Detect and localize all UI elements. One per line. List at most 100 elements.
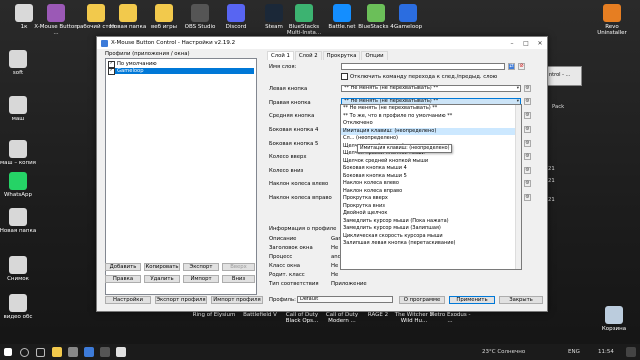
desktop-shortcut[interactable]: Gameloop [386, 4, 430, 30]
desktop-shortcut[interactable]: маш [0, 96, 40, 122]
dropdown-option[interactable]: Циклическая скорость курсора мыши [341, 233, 521, 241]
profile-checkbox[interactable]: ✓ [108, 67, 115, 75]
tab-scroll[interactable]: Прокрутка [322, 51, 361, 60]
copy-profile-button[interactable]: Копировать [144, 263, 180, 271]
edit-profile-button[interactable]: Правка [105, 275, 141, 283]
windows-start-icon[interactable] [4, 348, 12, 356]
dropdown-option[interactable]: Щелчок средней кнопкой мыши [341, 158, 521, 166]
app-taskbar-icon[interactable] [68, 347, 78, 357]
app-taskbar-icon[interactable] [116, 347, 126, 357]
dropdown-option[interactable]: Двойной щелчок [341, 210, 521, 218]
tab-layer-1[interactable]: Слой 1 [267, 51, 294, 60]
gear-icon[interactable]: ⚙ [524, 140, 531, 147]
shortcut-icon [333, 4, 351, 22]
gear-icon[interactable]: ⚙ [524, 126, 531, 133]
gear-icon[interactable]: ⚙ [524, 153, 531, 160]
dropdown-option[interactable]: Имитация клавиш: (неопределено) [341, 127, 521, 135]
profile-checkbox[interactable]: ✓ [108, 60, 115, 68]
search-icon[interactable] [20, 348, 29, 357]
export-profile-button[interactable]: Экспорт профиля [155, 296, 207, 304]
about-button[interactable]: О программе [399, 296, 445, 304]
dropdown-option[interactable]: Отключено [341, 120, 521, 128]
dropdown-option[interactable]: ** Не менять (не перехватывать) ** [341, 105, 521, 113]
gear-icon[interactable]: ⚙ [524, 85, 531, 92]
dropdown-option[interactable]: Прокрутка вверх [341, 195, 521, 203]
gear-icon[interactable]: ⚙ [524, 167, 531, 174]
action-dropdown-list[interactable]: ** Не менять (не перехватывать) ** ** То … [340, 104, 522, 270]
desktop-shortcut[interactable]: X-Mouse Button ... [34, 4, 78, 36]
gear-icon[interactable]: ⚙ [524, 194, 531, 201]
recycle-bin-icon[interactable]: Корзина [592, 306, 636, 332]
close-window-button[interactable]: Закрыть [499, 296, 543, 304]
desktop-shortcut[interactable]: Ring of Elysium [192, 312, 236, 318]
window-title: X-Mouse Button Control - Настройки v2.19… [111, 40, 236, 46]
desktop-shortcut[interactable]: Revo Uninstaller [590, 4, 634, 36]
desktop-shortcut[interactable]: видео обс [0, 294, 40, 320]
desktop-shortcut[interactable]: Metro Exodus - ... [428, 312, 472, 324]
xmbc-taskbar-icon[interactable] [84, 347, 94, 357]
desktop-shortcut[interactable]: маш – копия [0, 140, 40, 166]
dropdown-option[interactable]: Залипшая левая кнопка (перетаскивание) [341, 240, 521, 248]
shortcut-icon [119, 4, 137, 22]
tab-layer-2[interactable]: Слой 2 [294, 51, 322, 60]
desktop-shortcut[interactable]: Call of Duty Black Ops... [280, 312, 324, 324]
gear-icon[interactable]: ⚙ [524, 112, 531, 119]
file-explorer-icon[interactable] [52, 347, 62, 357]
add-profile-button[interactable]: Добавить [105, 263, 141, 271]
dropdown-option[interactable]: Боковая кнопка мыши 4 [341, 165, 521, 173]
language-indicator[interactable]: ENG [568, 349, 580, 355]
trash-icon [605, 306, 623, 324]
layer-name-input[interactable] [341, 63, 505, 70]
reset-icon[interactable]: ⊘ [518, 63, 525, 70]
import-button[interactable]: Импорт [183, 275, 219, 283]
gear-icon[interactable]: ⚙ [524, 98, 531, 105]
notifications-icon[interactable] [626, 347, 636, 357]
dropdown-option[interactable]: ** То же, что в профиле по умолчанию ** [341, 113, 521, 121]
tooltip: Имитация клавиш: (неопределено) [357, 144, 453, 153]
profiles-list[interactable]: ✓ По умолчанию ✓ Gameloop [105, 58, 257, 295]
minimize-button[interactable]: – [505, 40, 519, 47]
move-down-button[interactable]: Вниз [222, 275, 255, 283]
swap-icon[interactable]: ⇄ [508, 63, 515, 70]
profile-item[interactable]: ✓ По умолчанию [108, 60, 157, 68]
info-value: Не [331, 263, 339, 269]
profile-field: Default [297, 296, 393, 303]
desktop-shortcut[interactable]: Battlefield V [238, 312, 282, 318]
import-profile-button[interactable]: Импорт профиля [211, 296, 263, 304]
clock[interactable]: 11:54 [598, 349, 614, 355]
tilt-right-label: Наклон колеса вправо [269, 195, 332, 201]
close-button[interactable]: ✕ [533, 40, 547, 47]
export-button[interactable]: Экспорт [183, 263, 219, 271]
dropdown-scrollbar[interactable] [515, 105, 521, 269]
no-switch-checkbox[interactable] [341, 73, 348, 80]
delete-profile-button[interactable]: Удалить [144, 275, 180, 283]
dropdown-option[interactable]: Замедлить курсор мыши (Залипшая) [341, 225, 521, 233]
desktop-shortcut[interactable]: Снимок [0, 256, 40, 282]
task-view-icon[interactable] [36, 348, 45, 357]
weather-text[interactable]: 23°C Солнечно [482, 349, 525, 355]
info-label: Описание [269, 236, 297, 242]
shortcut-icon [9, 50, 27, 68]
tab-options[interactable]: Опции [361, 51, 388, 60]
no-switch-option[interactable]: Отключить команду перехода к след./преды… [341, 73, 497, 80]
settings-button[interactable]: Настройки [105, 296, 151, 304]
left-button-select[interactable]: ** Не менять (не перехватывать) ** ▾ [341, 85, 521, 92]
info-value: Не [331, 245, 339, 251]
apply-button[interactable]: Применить [449, 296, 495, 304]
dropdown-option[interactable]: Cл... (неопределено) [341, 135, 521, 143]
dropdown-option[interactable]: Наклон колеса влево [341, 180, 521, 188]
desktop-shortcut[interactable]: Новая папка [0, 208, 40, 234]
dropdown-option[interactable]: Наклон колеса вправо [341, 188, 521, 196]
desktop-shortcut[interactable]: soft [0, 50, 40, 76]
dropdown-option[interactable]: Замедлить курсор мыши (Пока нажата) [341, 218, 521, 226]
app-taskbar-icon[interactable] [100, 347, 110, 357]
move-up-button[interactable]: Вверх [222, 263, 255, 271]
wheel-down-label: Колесо вниз [269, 168, 304, 174]
gear-icon[interactable]: ⚙ [524, 180, 531, 187]
maximize-button[interactable]: □ [519, 40, 533, 47]
dropdown-option[interactable]: Боковая кнопка мыши 5 [341, 173, 521, 181]
dropdown-option[interactable]: Прокрутка вниз [341, 203, 521, 211]
desktop-shortcut[interactable]: WhatsApp [0, 172, 40, 198]
profile-item[interactable]: ✓ Gameloop [108, 67, 254, 75]
shortcut-icon [9, 208, 27, 226]
